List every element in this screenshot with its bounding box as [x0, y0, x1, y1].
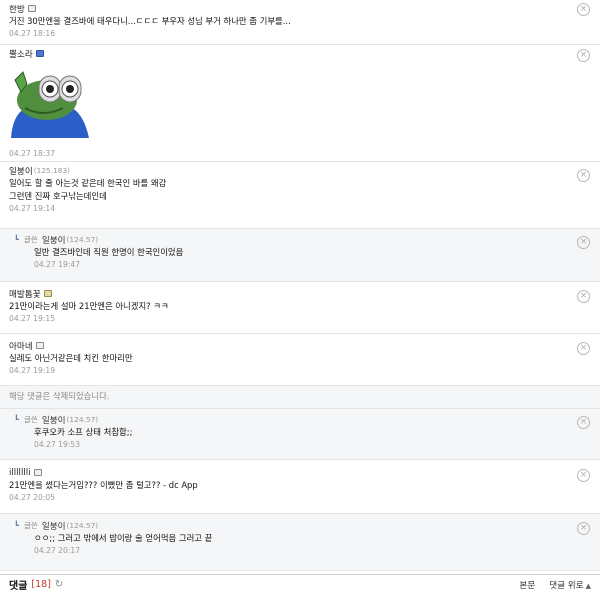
comment-author[interactable]: ┗ 글쓴 일붕이 (124.57)	[14, 413, 591, 426]
comment-author[interactable]: illllllli	[9, 466, 591, 479]
comment-text: 그런덴 진짜 호구낚는데인데	[9, 191, 107, 201]
comment-author[interactable]: 한방	[9, 2, 591, 15]
comment-text: 21만이라는게 설마 21만엔은 아니겠지? ㅋㅋ	[9, 301, 169, 311]
comment-date: 04.27 19:15	[9, 314, 56, 323]
comment-section-title: 댓글	[9, 581, 28, 592]
reply-arrow-icon: ┗	[14, 521, 19, 530]
author-ip: (124.57)	[66, 235, 99, 244]
comment-top-link[interactable]: 댓글 위로 ▲	[549, 579, 591, 591]
author-label: 글쓴	[23, 235, 38, 244]
comment-author[interactable]: 매발톱꽃	[9, 287, 591, 300]
author-ip: (125.183)	[33, 166, 71, 175]
comment-date: 04.27 20:05	[9, 493, 56, 502]
reply-item: ┗ 글쓴 일붕이 (124.57) 후쿠오카 소프 상태 처참함;; 04.27…	[0, 409, 600, 460]
user-badge-icon	[35, 342, 44, 349]
comment-list: 한방 거진 30만엔을 결즈바에 태우다니...ㄷㄷㄷ 부우자 성님 부거 하나…	[0, 0, 600, 571]
close-icon[interactable]: ×	[577, 236, 590, 249]
close-icon[interactable]: ×	[577, 290, 590, 303]
close-icon[interactable]: ×	[577, 522, 590, 535]
author-ip: (124.57)	[66, 521, 99, 530]
comment-author[interactable]: ┗ 글쓴 일붕이 (124.57)	[14, 233, 591, 246]
author-name[interactable]: 매발톱꽃	[9, 288, 41, 300]
user-badge-icon	[43, 290, 52, 297]
comment-author[interactable]: 일붕이 (125.183)	[9, 164, 591, 177]
deleted-notice: 해당 댓글은 삭제되었습니다.	[9, 391, 110, 401]
close-icon[interactable]: ×	[577, 469, 590, 482]
main-content-link[interactable]: 본문	[519, 579, 535, 591]
comment-date: 04.27 19:19	[9, 366, 56, 375]
close-icon[interactable]: ×	[577, 169, 590, 182]
author-label: 글쓴	[23, 521, 38, 530]
author-name[interactable]: 아마네	[9, 340, 33, 352]
author-name[interactable]: 일붕이	[42, 414, 66, 426]
author-name[interactable]: 일붕이	[42, 520, 66, 532]
comment-text: 21만엔을 썼다는거임??? 이뻤만 좀 털고?? - dc App	[9, 480, 198, 490]
comment-text: 거진 30만엔을 결즈바에 태우다니...ㄷㄷㄷ 부우자 성님 부거 하나만 좀…	[9, 16, 291, 26]
comment-item: 매발톱꽃 21만이라는게 설마 21만엔은 아니겠지? ㅋㅋ 04.27 19:…	[0, 282, 600, 334]
author-name[interactable]: 한방	[9, 3, 25, 15]
reply-arrow-icon: ┗	[14, 415, 19, 424]
comment-item: 뿔소라 04.27 18:37 ×	[0, 45, 600, 162]
comment-date: 04.27 18:37	[9, 149, 56, 158]
refresh-icon[interactable]: ↻	[55, 579, 63, 590]
close-icon[interactable]: ×	[577, 342, 590, 355]
pepe-binoculars-sticker	[11, 71, 89, 138]
author-name[interactable]: 일붕이	[9, 165, 33, 177]
comment-text: 실례도 아닌거같은데 치킨 한마리만	[9, 353, 133, 363]
comment-author[interactable]: 뿔소라	[9, 47, 591, 60]
comment-text: 일어도 할 줄 아는것 같은데 한국인 바를 왜감	[9, 178, 167, 188]
comment-text: 후쿠오카 소프 상태 처참함;;	[34, 427, 133, 437]
comment-item: 아마네 실례도 아닌거같은데 치킨 한마리만 04.27 19:19 ×	[0, 334, 600, 386]
comment-date: 04.27 19:14	[9, 204, 56, 213]
comment-date: 04.27 19:53	[34, 440, 81, 449]
comment-text: 일반 결즈바인데 직원 한명이 한국인이었음	[34, 247, 184, 257]
comment-date: 04.27 19:47	[34, 260, 81, 269]
comment-date: 04.27 20:17	[34, 546, 81, 555]
comment-item: 일붕이 (125.183) 일어도 할 줄 아는것 같은데 한국인 바를 왜감 …	[0, 162, 600, 229]
author-name[interactable]: illllllli	[9, 468, 31, 478]
author-label: 글쓴	[23, 415, 38, 424]
reply-arrow-icon: ┗	[14, 235, 19, 244]
triangle-up-icon: ▲	[585, 581, 591, 590]
close-icon[interactable]: ×	[577, 49, 590, 62]
comment-top-label: 댓글 위로	[549, 580, 584, 591]
comment-item: 한방 거진 30만엔을 결즈바에 태우다니...ㄷㄷㄷ 부우자 성님 부거 하나…	[0, 0, 600, 45]
reply-item: ┗ 글쓴 일붕이 (124.57) 일반 결즈바인데 직원 한명이 한국인이었음…	[0, 229, 600, 282]
reply-item: ┗ 글쓴 일붕이 (124.57) ㅇㅇ;; 그러고 밖에서 밥이랑 술 얻어먹…	[0, 514, 600, 571]
comment-footer-bar: 댓글 [18] ↻ 본문 댓글 위로 ▲	[0, 574, 600, 594]
deleted-comment: 해당 댓글은 삭제되었습니다.	[0, 386, 600, 409]
close-icon[interactable]: ×	[577, 3, 590, 16]
close-icon[interactable]: ×	[577, 416, 590, 429]
comment-author[interactable]: 아마네	[9, 339, 591, 352]
author-ip: (124.57)	[66, 415, 99, 424]
comment-text: ㅇㅇ;; 그러고 밖에서 밥이랑 술 얻어먹음 그러고 끝	[34, 533, 213, 543]
user-badge-icon	[27, 5, 36, 12]
comment-author[interactable]: ┗ 글쓴 일붕이 (124.57)	[14, 519, 591, 532]
author-name[interactable]: 일붕이	[42, 234, 66, 246]
author-name[interactable]: 뿔소라	[9, 48, 33, 60]
user-badge-icon	[33, 469, 42, 476]
user-badge-icon	[35, 50, 44, 57]
comment-item: illllllli 21만엔을 썼다는거임??? 이뻤만 좀 털고?? - dc…	[0, 460, 600, 514]
comment-count: [18]	[31, 579, 51, 590]
comment-date: 04.27 18:16	[9, 29, 56, 38]
